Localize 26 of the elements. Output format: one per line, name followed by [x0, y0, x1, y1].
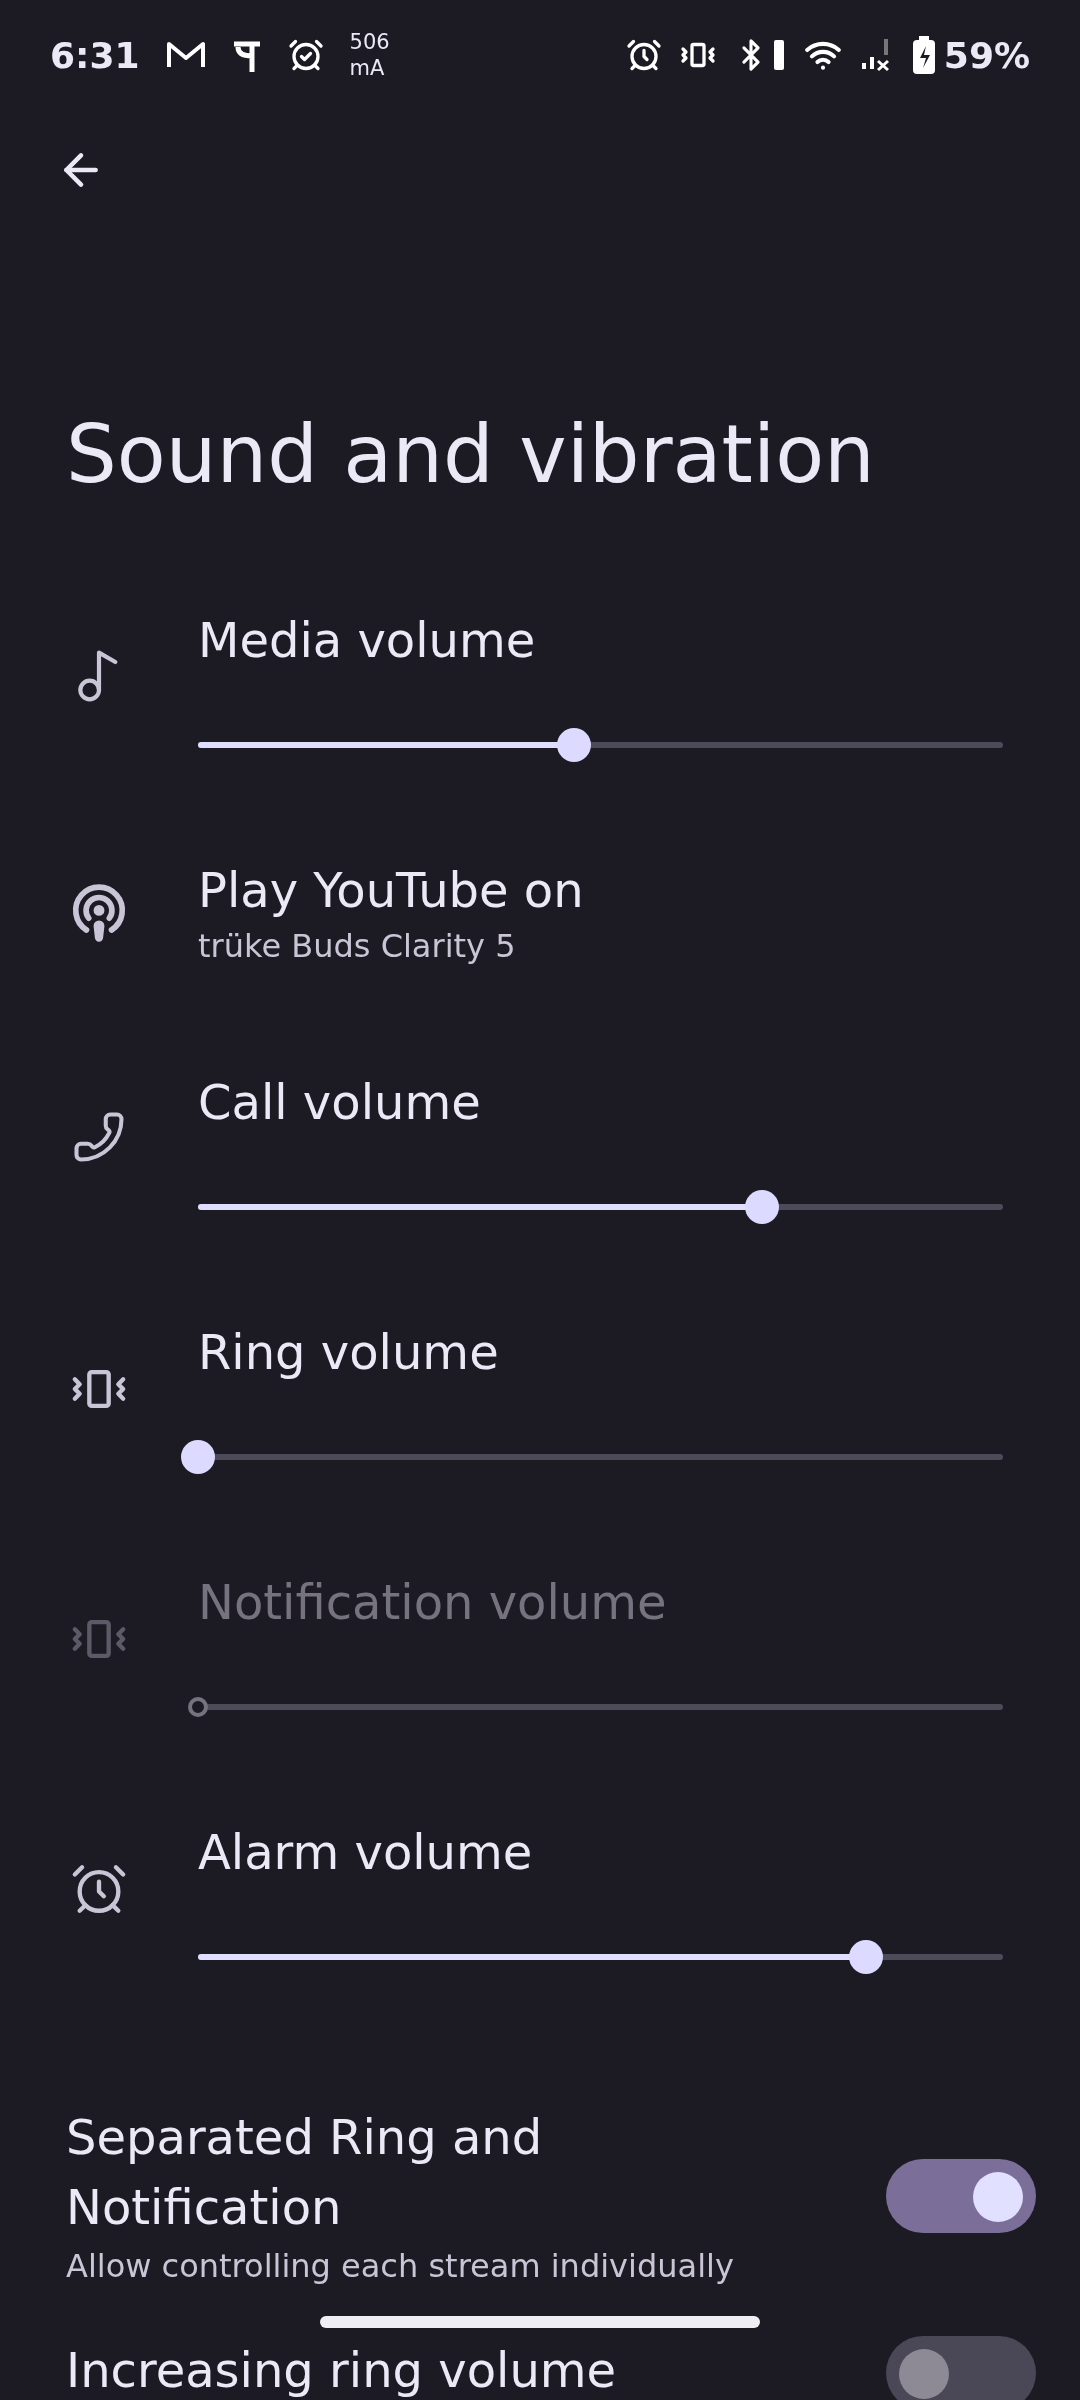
alarm-check-icon	[287, 37, 324, 73]
current-value: 506	[349, 29, 390, 55]
output-device: trüke Buds Clarity 5	[198, 926, 517, 967]
setting-description: Allow controlling each stream individually	[66, 2246, 735, 2287]
slider-thumb[interactable]	[181, 1440, 215, 1474]
page-title: Sound and vibration	[65, 407, 876, 500]
setting-title: Separated Ring and Notification	[66, 2108, 544, 2237]
battery-percent: 59%	[943, 34, 1030, 76]
volume-label: Alarm volume	[198, 1823, 534, 1882]
mail-icon	[165, 40, 206, 70]
bluetooth-battery-icon	[771, 38, 786, 72]
slider-thumb[interactable]	[556, 728, 591, 762]
slider-thumb[interactable]	[744, 1190, 779, 1224]
volume-label: Media volume	[198, 611, 537, 670]
volume-label: Call volume	[198, 1073, 482, 1132]
current-unit: mA	[349, 55, 386, 81]
volume-label: Ring volume	[198, 1323, 500, 1382]
volume-label: Notification volume	[198, 1573, 668, 1632]
output-title[interactable]: Play YouTube on	[198, 860, 1003, 920]
slider-thumb[interactable]	[849, 1940, 884, 1974]
toggle-switch[interactable]	[886, 2336, 1036, 2400]
phone-icon	[72, 1110, 126, 1164]
setting-title: Increasing ring volume	[66, 2342, 618, 2398]
clock-time: 6:31	[50, 34, 140, 76]
alarm-clock-icon	[625, 37, 662, 73]
battery-charging-icon	[911, 35, 936, 75]
